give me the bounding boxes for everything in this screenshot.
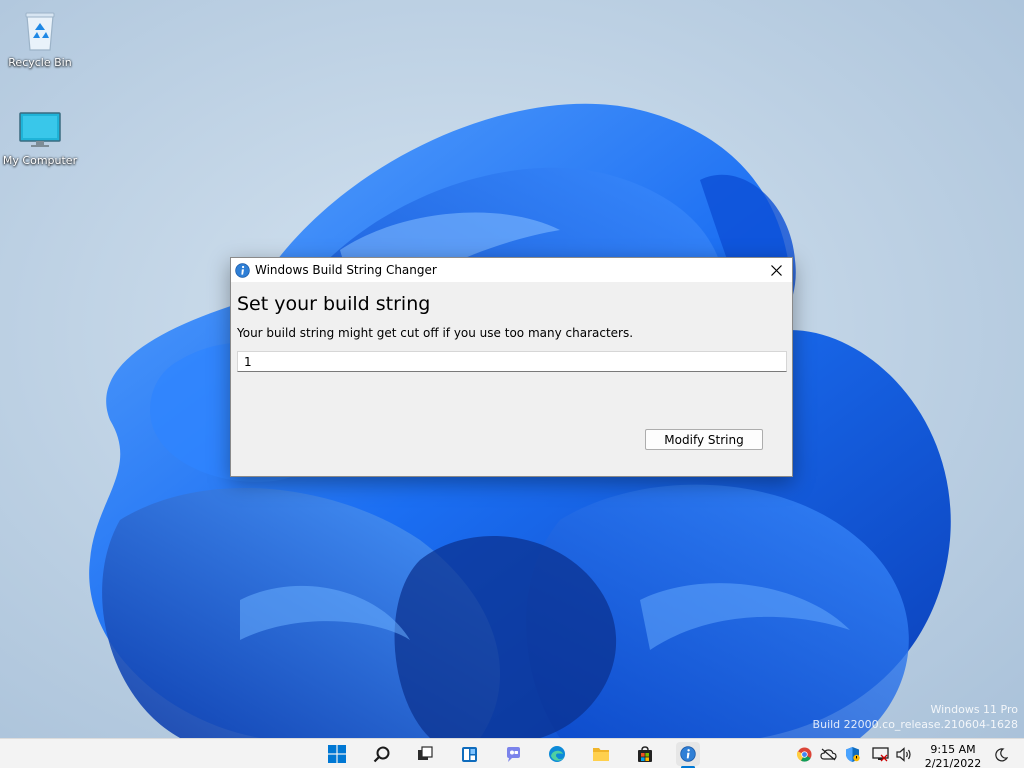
volume-icon — [895, 746, 911, 762]
onedrive-icon — [819, 748, 837, 761]
task-view-button[interactable] — [413, 742, 437, 766]
moon-icon — [995, 748, 1008, 762]
build-string-changer-button[interactable] — [676, 742, 700, 766]
chat-button[interactable] — [501, 742, 525, 766]
onedrive-tray-button[interactable] — [819, 745, 837, 763]
build-string-input[interactable] — [237, 351, 787, 372]
network-icon — [871, 746, 889, 761]
recycle-bin-shortcut[interactable]: Recycle Bin — [0, 8, 80, 69]
search-button[interactable] — [369, 742, 393, 766]
taskbar-clock[interactable]: 9:15 AM 2/21/2022 — [920, 743, 986, 768]
notifications-button[interactable] — [992, 746, 1010, 764]
store-button[interactable] — [633, 742, 657, 766]
defender-icon — [845, 746, 860, 762]
close-icon — [770, 264, 782, 276]
chrome-tray-button[interactable] — [795, 745, 813, 763]
my-computer-shortcut[interactable]: My Computer — [0, 110, 80, 167]
search-icon — [373, 746, 389, 762]
volume-tray-button[interactable] — [895, 745, 913, 763]
file-explorer-button[interactable] — [589, 742, 613, 766]
chrome-icon — [796, 746, 812, 762]
file-explorer-icon — [593, 748, 609, 761]
modify-string-button[interactable]: Modify String — [645, 429, 763, 450]
widgets-icon — [461, 746, 477, 762]
edge-icon — [549, 746, 565, 762]
watermark-edition: Windows 11 Pro — [930, 703, 1018, 716]
chat-icon — [506, 746, 520, 762]
task-view-icon — [418, 746, 433, 760]
build-string-dialog: Windows Build String Changer Set your bu… — [230, 257, 793, 477]
dialog-heading: Set your build string — [237, 293, 431, 315]
watermark-build: Build 22000.co_release.210604-1628 — [812, 718, 1018, 731]
windows-watermark: Windows 11 Pro Build 22000.co_release.21… — [813, 702, 1018, 732]
network-tray-button[interactable] — [871, 745, 889, 763]
my-computer-label: My Computer — [2, 154, 78, 167]
widgets-button[interactable] — [457, 742, 481, 766]
monitor-icon — [19, 112, 61, 147]
defender-tray-button[interactable] — [843, 745, 861, 763]
dialog-description: Your build string might get cut off if y… — [237, 326, 634, 340]
info-icon — [235, 262, 250, 278]
clock-date: 2/21/2022 — [924, 757, 982, 768]
recycle-bin-label: Recycle Bin — [8, 56, 72, 69]
dialog-titlebar[interactable]: Windows Build String Changer — [231, 258, 792, 282]
dialog-title: Windows Build String Changer — [255, 263, 437, 277]
recycle-bin-icon — [25, 12, 55, 51]
close-button[interactable] — [760, 258, 792, 282]
taskbar: 9:15 AM 2/21/2022 — [0, 738, 1024, 768]
start-button[interactable] — [325, 742, 349, 766]
clock-time: 9:15 AM — [930, 743, 976, 756]
store-icon — [638, 745, 652, 762]
edge-button[interactable] — [545, 742, 569, 766]
info-app-icon — [680, 746, 696, 762]
start-icon — [328, 745, 346, 763]
